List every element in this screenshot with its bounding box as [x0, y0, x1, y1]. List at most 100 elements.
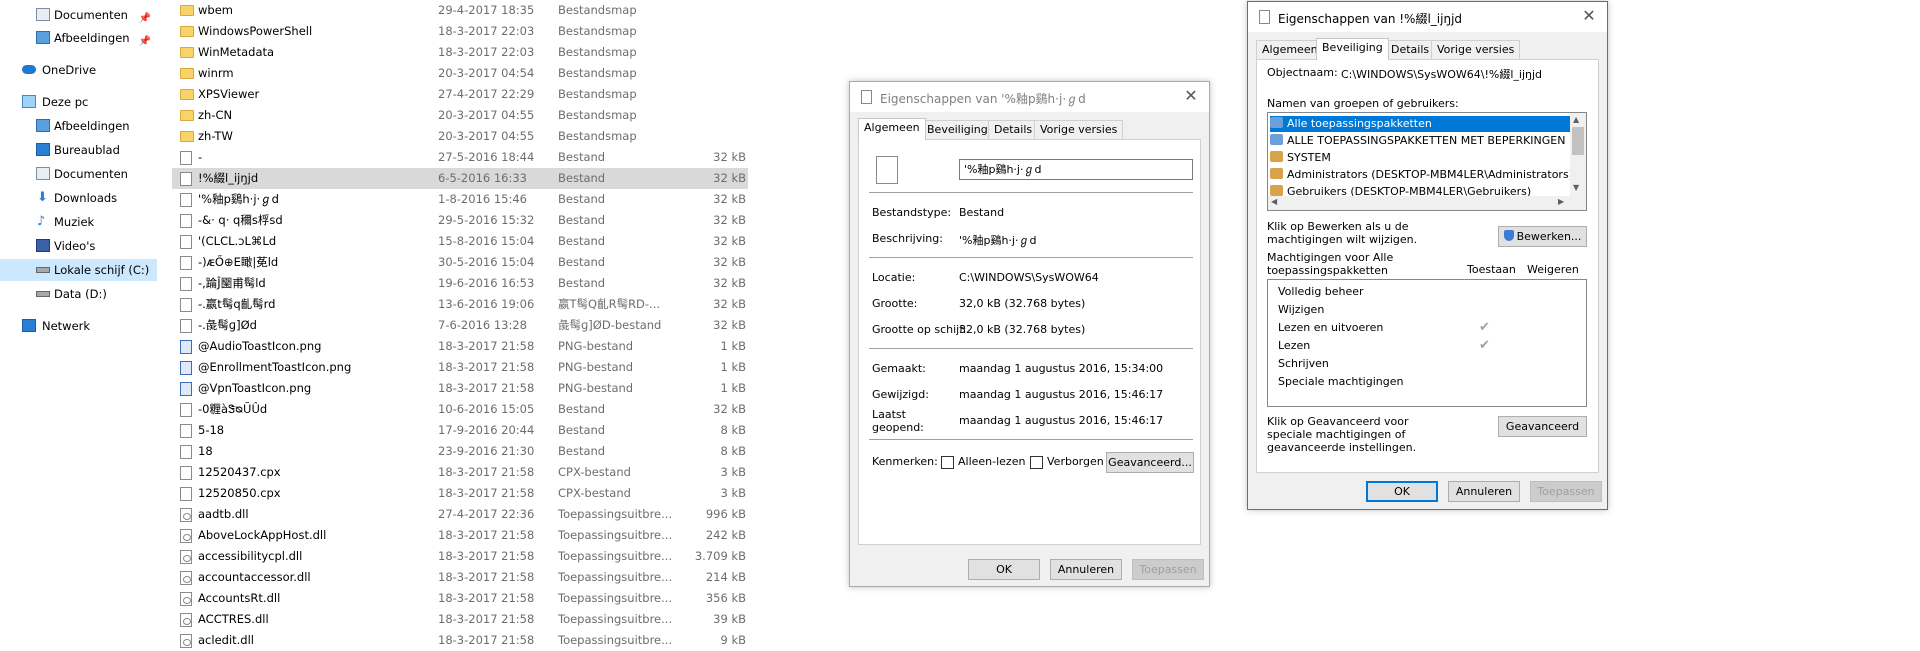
- dialog-titlebar[interactable]: Eigenschappen van !%綴l_ijŋjd ✕: [1248, 2, 1607, 32]
- file-row[interactable]: 18 23-9-2016 21:30 Bestand 8 kB: [172, 441, 748, 462]
- dialog-titlebar[interactable]: Eigenschappen van '%釉p鷄h·j·ℊd ✕: [850, 82, 1209, 112]
- tab-vorige-versies[interactable]: Vorige versies: [1034, 120, 1124, 139]
- file-type: Bestandsmap: [558, 87, 637, 101]
- scroll-down-icon[interactable]: ▼: [1573, 183, 1579, 192]
- tab-beveiliging[interactable]: Beveiliging: [1316, 38, 1389, 60]
- scroll-thumb[interactable]: [1572, 127, 1584, 155]
- group-item[interactable]: Administrators (DESKTOP-MBM4LER\Administ…: [1270, 167, 1573, 183]
- scroll-left-icon[interactable]: ◀: [1271, 197, 1277, 206]
- file-row[interactable]: zh-CN 20-3-2017 04:55 Bestandsmap: [172, 105, 748, 126]
- nav-item-onedrive[interactable]: OneDrive: [0, 59, 157, 81]
- file-row[interactable]: -.嬴t髩q齓髩rd 13-6-2016 19:06 嬴T髩Q齓R髩RD-... 32…: [172, 294, 748, 315]
- file-row[interactable]: -,踚Ĵ圞甫髩ld 19-6-2016 16:53 Bestand 32 kB: [172, 273, 748, 294]
- file-row[interactable]: winrm 20-3-2017 04:54 Bestandsmap: [172, 63, 748, 84]
- nav-item-data-d[interactable]: Data (D:): [0, 283, 157, 305]
- groups-listbox[interactable]: Alle toepassingspakketten ALLE TOEPASSIN…: [1267, 112, 1587, 211]
- nav-item-bureaublad[interactable]: Bureaublad: [0, 139, 157, 161]
- file-type: Bestand: [558, 276, 606, 290]
- readonly-checkbox[interactable]: [941, 456, 954, 469]
- tab-beveiliging[interactable]: Beveiliging: [921, 120, 994, 139]
- close-button[interactable]: ✕: [1579, 6, 1599, 26]
- file-icon: [180, 424, 192, 438]
- file-row[interactable]: '%釉p鷄h·j·ℊd 1-8-2016 15:46 Bestand 32 kB: [172, 189, 748, 210]
- tab-vorige-versies[interactable]: Vorige versies: [1431, 40, 1521, 59]
- file-row[interactable]: '(ⅭⅬⅭⅬ.ᴐⅬ⌘Ⅼd 15-8-2016 15:04 Bestand 32 kB: [172, 231, 748, 252]
- file-size: 1 kB: [720, 381, 746, 395]
- file-row[interactable]: -.彘髩ɡ]Ød 7-6-2016 13:28 彘髩ɡ]ØD-bestand 32 k…: [172, 315, 748, 336]
- vertical-scrollbar[interactable]: ▲ ▼: [1570, 113, 1586, 196]
- file-row[interactable]: @AudioToastIcon.png 18-3-2017 21:58 PNG-be…: [172, 336, 748, 357]
- tab-algemeen[interactable]: Algemeen: [858, 118, 926, 140]
- file-row[interactable]: !%綴l_ijŋjd 6-5-2016 16:33 Bestand 32 kB: [172, 168, 748, 189]
- nav-item-documenten[interactable]: Documenten: [0, 163, 157, 185]
- cancel-button[interactable]: Annuleren: [1448, 481, 1520, 502]
- file-row[interactable]: 12520850.cpx 18-3-2017 21:58 CPX-bestand 3 …: [172, 483, 748, 504]
- cancel-button[interactable]: Annuleren: [1050, 559, 1122, 580]
- tab-algemeen[interactable]: Algemeen: [1256, 40, 1324, 59]
- permissions-label: Machtigingen voor Alle toepassingspakket…: [1267, 251, 1394, 277]
- file-row[interactable]: 12520437.cpx 18-3-2017 21:58 CPX-bestand 3 …: [172, 462, 748, 483]
- file-row[interactable]: AccountsRt.dll 18-3-2017 21:58 Toepassings…: [172, 588, 748, 609]
- file-row[interactable]: -)ᴁŐ⊕E瞰|莬ld 30-5-2016 15:04 Bestand 32 kB: [172, 252, 748, 273]
- file-row[interactable]: WindowsPowerShell 18-3-2017 22:03 Bestands…: [172, 21, 748, 42]
- file-row[interactable]: 5-18 17-9-2016 20:44 Bestand 8 kB: [172, 420, 748, 441]
- file-row[interactable]: accountaccessor.dll 18-3-2017 21:58 Toepas…: [172, 567, 748, 588]
- file-type: Bestand: [558, 171, 606, 185]
- filename-field[interactable]: '%釉p鷄h·j·ℊd: [959, 159, 1193, 180]
- file-row[interactable]: accessibilitycpl.dll 18-3-2017 21:58 Toepa…: [172, 546, 748, 567]
- tab-details[interactable]: Details: [1385, 40, 1436, 59]
- advanced-button[interactable]: Geavanceerd...: [1106, 452, 1194, 473]
- nav-item-documenten-quick[interactable]: Documenten 📌: [0, 4, 157, 26]
- group-item[interactable]: SYSTEM: [1270, 150, 1331, 166]
- file-row[interactable]: zh-TW 20-3-2017 04:55 Bestandsmap: [172, 126, 748, 147]
- file-row[interactable]: - 27-5-2016 18:44 Bestand 32 kB: [172, 147, 748, 168]
- tab-details[interactable]: Details: [988, 120, 1039, 139]
- file-row[interactable]: -&· q· q穪s桴sd 29-5-2016 15:32 Bestand 32 kB: [172, 210, 748, 231]
- readonly-label[interactable]: Alleen-lezen: [958, 455, 1025, 468]
- permission-name: Volledig beheer: [1278, 285, 1364, 298]
- group-item[interactable]: Alle toepassingspakketten: [1270, 116, 1572, 132]
- nav-item-afbeeldingen-quick[interactable]: Afbeeldingen 📌: [0, 27, 157, 49]
- file-row[interactable]: aadtb.dll 27-4-2017 22:36 Toepassingsuitbr…: [172, 504, 748, 525]
- file-row[interactable]: XPSViewer 27-4-2017 22:29 Bestandsmap: [172, 84, 748, 105]
- folder-icon: [180, 68, 194, 79]
- file-row[interactable]: @EnrollmentToastIcon.png 18-3-2017 21:58 P…: [172, 357, 748, 378]
- file-row[interactable]: AboveLockAppHost.dll 18-3-2017 21:58 Toepa…: [172, 525, 748, 546]
- file-type: Bestand: [558, 255, 606, 269]
- nav-item-deze-pc[interactable]: Deze pc: [0, 91, 157, 113]
- file-type: Bestand: [558, 444, 606, 458]
- scroll-up-icon[interactable]: ▲: [1573, 115, 1579, 124]
- close-button[interactable]: ✕: [1181, 86, 1201, 106]
- nav-item-videos[interactable]: Video's: [0, 235, 157, 257]
- file-row[interactable]: @VpnToastIcon.png 18-3-2017 21:58 PNG-best…: [172, 378, 748, 399]
- file-row[interactable]: wbem 29-4-2017 18:35 Bestandsmap: [172, 0, 748, 21]
- pin-icon[interactable]: 📌: [139, 31, 151, 53]
- apply-button[interactable]: Toepassen: [1530, 481, 1602, 502]
- file-date: 27-4-2017 22:29: [438, 87, 535, 101]
- value-objectnaam: C:\WINDOWS\SysWOW64\!%綴l_ijŋjd: [1341, 68, 1543, 81]
- hidden-label[interactable]: Verborgen: [1047, 455, 1104, 468]
- nav-item-downloads[interactable]: ⬇ Downloads: [0, 187, 157, 209]
- nav-item-lokale-schijf-c[interactable]: Lokale schijf (C:): [0, 259, 157, 281]
- file-name: AccountsRt.dll: [198, 591, 281, 605]
- scroll-right-icon[interactable]: ▶: [1558, 197, 1564, 206]
- nav-item-netwerk[interactable]: Netwerk: [0, 315, 157, 337]
- nav-item-muziek[interactable]: ♪ Muziek: [0, 211, 157, 233]
- separator: [869, 439, 1193, 440]
- file-row[interactable]: WinMetadata 18-3-2017 22:03 Bestandsmap: [172, 42, 748, 63]
- file-type: Toepassingsuitbre...: [558, 633, 673, 647]
- file-size: 8 kB: [720, 444, 746, 458]
- advanced-button[interactable]: Geavanceerd: [1498, 416, 1587, 437]
- edit-button[interactable]: Bewerken...: [1498, 226, 1587, 247]
- horizontal-scrollbar[interactable]: ◀ ▶: [1268, 196, 1586, 210]
- apply-button[interactable]: Toepassen: [1132, 559, 1204, 580]
- file-row[interactable]: ACCTRES.dll 18-3-2017 21:58 Toepassingsuit…: [172, 609, 748, 630]
- ok-button[interactable]: OK: [968, 559, 1040, 580]
- ok-button[interactable]: OK: [1366, 481, 1438, 502]
- group-name: Alle toepassingspakketten: [1287, 117, 1432, 130]
- file-row[interactable]: acledit.dll 18-3-2017 21:58 Toepassingsuit…: [172, 630, 748, 651]
- nav-item-afbeeldingen[interactable]: Afbeeldingen: [0, 115, 157, 137]
- file-row[interactable]: -0糎àᏕᴓŨÛd 10-6-2016 15:05 Bestand 32 kB: [172, 399, 748, 420]
- hidden-checkbox[interactable]: [1030, 456, 1043, 469]
- group-item[interactable]: ALLE TOEPASSINGSPAKKETTEN MET BEPERKINGE…: [1270, 133, 1565, 149]
